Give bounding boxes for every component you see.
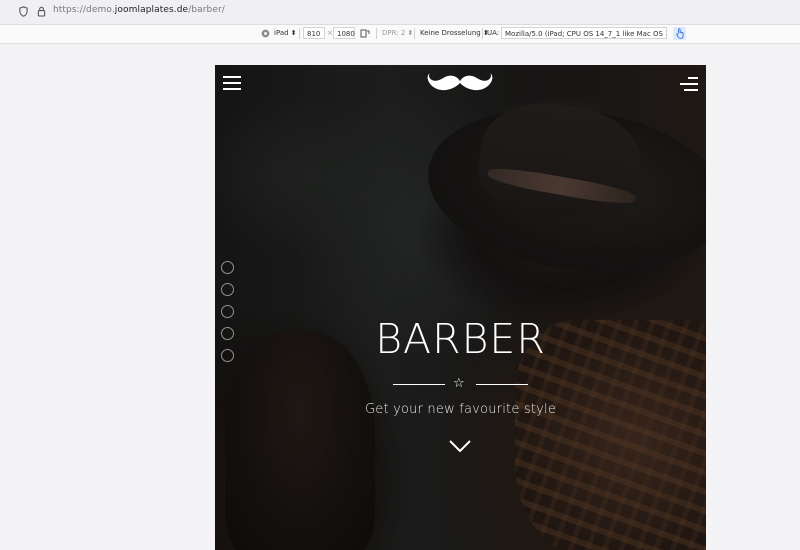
user-agent-label: UA: xyxy=(487,29,500,37)
url-host: joomlaplates.de xyxy=(114,5,189,15)
hero-title: BARBER xyxy=(375,315,546,363)
star-icon: ☆ xyxy=(453,376,465,391)
dpr-select[interactable]: DPR: 2 ⬍ xyxy=(382,29,413,37)
hero-subtitle: Get your new favourite style xyxy=(364,402,557,417)
device-icon[interactable] xyxy=(261,29,270,38)
responsive-design-toolbar: iPad ⬍ 810 × 1080 DPR: 2 ⬍ Keine Drossel… xyxy=(0,25,800,44)
url-text[interactable]: https://demo.joomlaplates.de/barber/ xyxy=(53,5,225,15)
mustache-logo-icon[interactable] xyxy=(427,72,493,94)
device-viewport: BARBER ☆ Get your new favourite style xyxy=(215,65,706,550)
rotate-icon[interactable] xyxy=(360,29,370,38)
offcanvas-menu-icon[interactable] xyxy=(680,77,698,91)
hand-icon xyxy=(676,28,684,39)
menu-toggle-icon[interactable] xyxy=(223,76,241,90)
shield-icon[interactable] xyxy=(19,6,28,17)
slide-dot[interactable] xyxy=(221,283,234,296)
hero-background-image xyxy=(215,65,706,550)
throttling-select[interactable]: Keine Drosselung ⬍ xyxy=(420,29,489,37)
title-divider: ☆ xyxy=(393,376,528,392)
device-select[interactable]: iPad ⬍ xyxy=(274,29,297,37)
chevron-down-icon[interactable] xyxy=(448,439,472,453)
viewport-height-input[interactable]: 1080 xyxy=(333,27,355,39)
lock-icon[interactable] xyxy=(37,6,46,17)
slide-dot[interactable] xyxy=(221,261,234,274)
user-agent-input[interactable]: Mozilla/5.0 (iPad; CPU OS 14_7_1 like Ma… xyxy=(501,27,667,39)
touch-simulation-button[interactable] xyxy=(673,27,686,40)
browser-url-bar[interactable]: https://demo.joomlaplates.de/barber/ xyxy=(0,0,800,25)
viewport-width-input[interactable]: 810 xyxy=(303,27,325,39)
dimension-separator: × xyxy=(327,29,333,37)
